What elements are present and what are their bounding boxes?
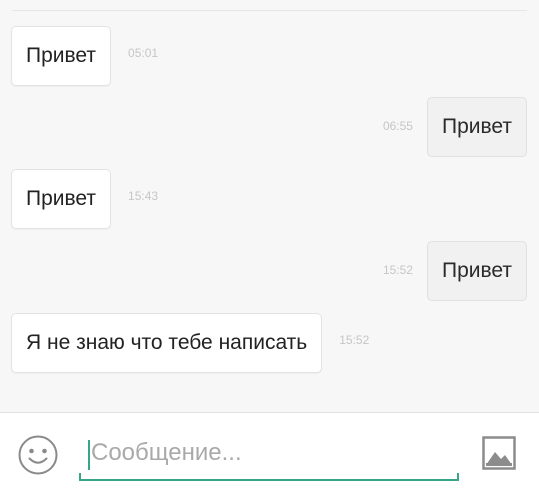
message-text: Привет (441, 259, 512, 282)
message-timestamp: 06:55 (382, 119, 413, 133)
message-outgoing[interactable]: 06:55 Привет (383, 97, 527, 157)
message-bubble-incoming[interactable]: Привет (11, 26, 112, 86)
message-bubble-incoming[interactable]: Привет (11, 169, 112, 229)
message-timestamp: 05:01 (128, 46, 159, 60)
message-incoming[interactable]: Я не знаю что тебе написать 15:52 (11, 313, 369, 373)
message-timestamp: 15:52 (339, 333, 370, 347)
message-bubble-incoming[interactable]: Я не знаю что тебе написать (11, 313, 323, 373)
top-divider (12, 10, 527, 11)
message-incoming[interactable]: Привет 15:43 (11, 169, 158, 229)
message-bubble-outgoing[interactable]: Привет (426, 97, 527, 157)
message-text: Привет (26, 187, 97, 210)
message-input[interactable]: Сообщение... (79, 435, 459, 481)
message-timestamp: 15:52 (382, 263, 413, 277)
message-incoming[interactable]: Привет 05:01 (11, 26, 158, 86)
smiley-face-icon[interactable] (17, 434, 59, 476)
message-list[interactable]: Привет 05:01 06:55 Привет Привет 15:43 1… (0, 0, 539, 412)
message-input-placeholder: Сообщение... (91, 439, 242, 466)
image-icon[interactable] (482, 436, 516, 470)
text-cursor (88, 440, 90, 470)
message-text: Привет (441, 115, 512, 138)
composer-bar: Сообщение... (0, 412, 539, 492)
message-timestamp: 15:43 (128, 189, 159, 203)
message-text: Привет (26, 44, 97, 67)
message-outgoing[interactable]: 15:52 Привет (383, 241, 527, 301)
message-text: Я не знаю что тебе написать (26, 331, 308, 354)
message-bubble-outgoing[interactable]: Привет (426, 241, 527, 301)
